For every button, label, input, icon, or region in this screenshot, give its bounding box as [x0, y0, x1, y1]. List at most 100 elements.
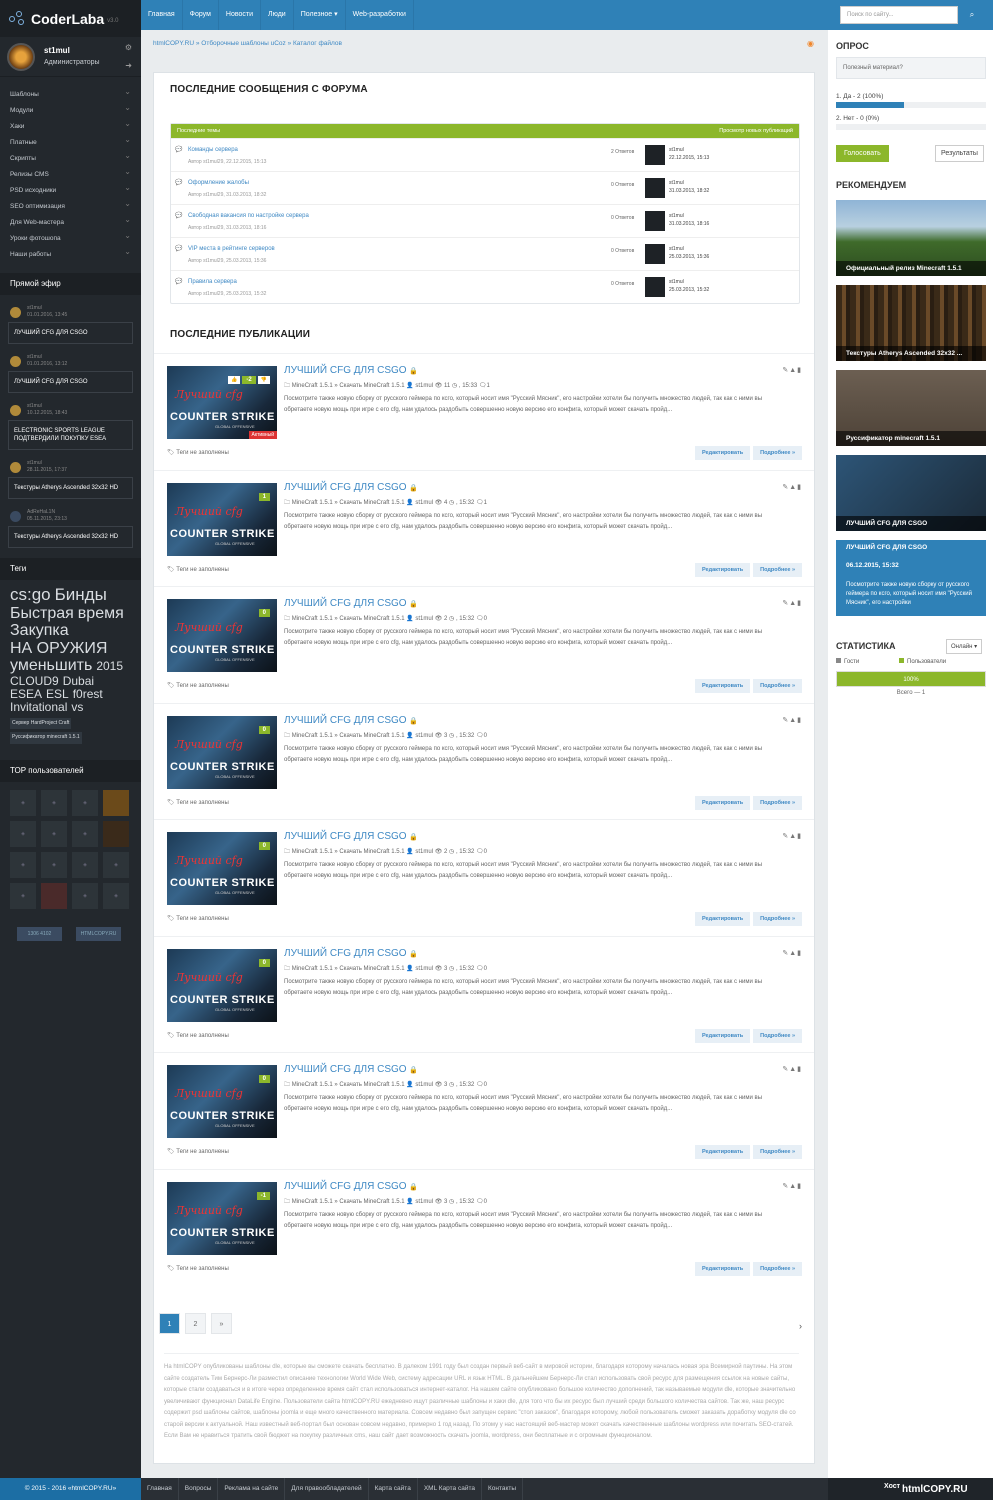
- recommend-latest[interactable]: ЛУЧШИЙ CFG ДЛЯ CSGO 06.12.2015, 15:32 По…: [836, 540, 986, 616]
- post-author[interactable]: st1mul: [415, 1082, 433, 1088]
- edit-button[interactable]: Редактировать: [694, 912, 751, 926]
- top-user-avatar[interactable]: ◈: [10, 882, 36, 909]
- topic-title[interactable]: Правила сервера: [188, 279, 237, 285]
- top-user-avatar[interactable]: ◈: [103, 851, 129, 878]
- post-title[interactable]: ЛУЧШИЙ CFG ДЛЯ CSGO 🔒: [284, 715, 418, 726]
- user-name[interactable]: st1mul: [44, 46, 70, 55]
- nav-people[interactable]: Люди: [261, 0, 294, 30]
- tag-link[interactable]: cs:go: [10, 585, 51, 605]
- post-thumbnail[interactable]: Лучший cfg COUNTER STRIKE GLOBAL OFFENSIVE…: [167, 832, 277, 905]
- live-item[interactable]: Текстуры Atherys Ascended 32x32 HD: [8, 526, 133, 548]
- post-title[interactable]: ЛУЧШИЙ CFG ДЛЯ CSGO 🔒: [284, 365, 418, 376]
- sidebar-item-psd[interactable]: PSD исходники: [0, 180, 141, 199]
- post-author[interactable]: st1mul: [415, 733, 433, 739]
- post-thumbnail[interactable]: Лучший cfg COUNTER STRIKE GLOBAL OFFENSIVE…: [167, 715, 277, 789]
- post-author[interactable]: st1mul: [415, 383, 433, 389]
- warning-icon[interactable]: ▲: [789, 950, 797, 957]
- bookmark-icon[interactable]: ▮: [797, 600, 802, 607]
- live-item[interactable]: ЛУЧШИЙ CFG ДЛЯ CSGO: [8, 371, 133, 393]
- live-item[interactable]: ELECTRONIC SPORTS LEAGUE ПОДТВЕРДИЛИ ПОК…: [8, 420, 133, 450]
- last-poster-name[interactable]: st1mul: [669, 279, 684, 285]
- tag-link[interactable]: Закупка: [10, 622, 69, 640]
- top-user-avatar[interactable]: ◈: [10, 820, 36, 847]
- top-user-avatar[interactable]: ◈: [41, 820, 67, 847]
- top-user-avatar[interactable]: ◈: [41, 851, 67, 878]
- htmlcopy-badge[interactable]: HTMLCOPY.RU: [76, 926, 121, 941]
- post-comments[interactable]: 0: [484, 616, 487, 622]
- top-user-avatar[interactable]: ◈: [103, 882, 129, 909]
- post-thumbnail[interactable]: Лучший cfg COUNTER STRIKE GLOBAL OFFENSIVE…: [167, 1181, 277, 1255]
- post-thumbnail[interactable]: Лучший cfg COUNTER STRIKE GLOBAL OFFENSIVE…: [167, 948, 277, 1022]
- top-user-avatar[interactable]: ◈: [72, 820, 98, 847]
- post-title-text[interactable]: ЛУЧШИЙ CFG ДЛЯ CSGO: [284, 482, 407, 493]
- edit-button[interactable]: Редактировать: [694, 795, 751, 810]
- footer-link-faq[interactable]: Вопросы: [179, 1478, 219, 1500]
- top-user-avatar[interactable]: [103, 789, 129, 816]
- search-icon[interactable]: ⌕: [961, 6, 983, 24]
- footer-link-home[interactable]: Главная: [141, 1478, 179, 1500]
- warning-icon[interactable]: ▲: [789, 600, 797, 607]
- bookmark-icon[interactable]: ▮: [797, 717, 802, 724]
- live-user[interactable]: st1mul: [27, 460, 42, 466]
- edit-button[interactable]: Редактировать: [694, 446, 751, 460]
- search-input[interactable]: Поиск по сайту...: [840, 6, 958, 24]
- post-author[interactable]: st1mul: [415, 966, 433, 972]
- post-thumbnail[interactable]: Лучший cfg COUNTER STRIKE GLOBAL OFFENSIVE…: [167, 366, 277, 439]
- live-user[interactable]: st1mul: [27, 403, 42, 409]
- warning-icon[interactable]: ▲: [789, 484, 797, 491]
- sidebar-item-hacks[interactable]: Хаки: [0, 116, 141, 135]
- bookmark-icon[interactable]: ▮: [797, 833, 802, 840]
- top-user-avatar[interactable]: ◈: [41, 789, 67, 816]
- edit-button[interactable]: Редактировать: [694, 1145, 751, 1159]
- live-user[interactable]: st1mul: [27, 305, 42, 311]
- post-category[interactable]: MineCraft 1.5.1 » Скачать MineCraft 1.5.…: [292, 1082, 405, 1088]
- top-user-avatar[interactable]: ◈: [72, 851, 98, 878]
- more-button[interactable]: Подробнее »: [753, 1145, 802, 1159]
- post-author[interactable]: st1mul: [415, 849, 433, 855]
- bookmark-icon[interactable]: ▮: [797, 484, 802, 491]
- post-title-text[interactable]: ЛУЧШИЙ CFG ДЛЯ CSGO: [284, 598, 407, 609]
- nav-forum[interactable]: Форум: [183, 0, 219, 30]
- sidebar-item-webmaster[interactable]: Для Web-мастера: [0, 212, 141, 231]
- last-poster-name[interactable]: st1mul: [669, 246, 684, 252]
- tag-link[interactable]: НА ОРУЖИЯ: [10, 640, 107, 658]
- recommend-card[interactable]: Текстуры Atherys Ascended 32x32 ...: [836, 285, 986, 361]
- post-category[interactable]: MineCraft 1.5.1 » Скачать MineCraft 1.5.…: [292, 733, 405, 739]
- avatar[interactable]: [645, 178, 665, 198]
- breadcrumb[interactable]: htmlCOPY.RU » Отборочные шаблоны uCoz » …: [153, 40, 342, 47]
- rss-icon[interactable]: ◉: [807, 39, 814, 48]
- nav-home[interactable]: Главная: [141, 0, 183, 30]
- topic-title[interactable]: Команды сервера: [188, 147, 238, 153]
- post-comments[interactable]: 0: [484, 849, 487, 855]
- view-new-link[interactable]: Просмотр новых публикаций: [719, 128, 793, 134]
- page-next[interactable]: »: [211, 1313, 232, 1334]
- post-title[interactable]: ЛУЧШИЙ CFG ДЛЯ CSGO 🔒: [284, 1181, 418, 1192]
- post-title[interactable]: ЛУЧШИЙ CFG ДЛЯ CSGO 🔒: [284, 1064, 418, 1075]
- post-category[interactable]: MineCraft 1.5.1 » Скачать MineCraft 1.5.…: [292, 616, 405, 622]
- forum-row[interactable]: 💬 Правила сервера Автор st1mul29, 25.03.20…: [171, 270, 799, 303]
- tag-link[interactable]: уменьшить: [10, 657, 92, 675]
- top-user-avatar[interactable]: ◈: [10, 851, 36, 878]
- post-category[interactable]: MineCraft 1.5.1 » Скачать MineCraft 1.5.…: [292, 966, 405, 972]
- live-user[interactable]: AdReНaL1N: [27, 509, 55, 515]
- warning-icon[interactable]: ▲: [789, 1066, 797, 1073]
- sidebar-item-photoshop[interactable]: Уроки фотошопа: [0, 228, 141, 247]
- post-category[interactable]: MineCraft 1.5.1 » Скачать MineCraft 1.5.…: [292, 849, 405, 855]
- tag-link[interactable]: vs: [71, 701, 83, 714]
- avatar[interactable]: [645, 277, 665, 297]
- poll-answer-yes[interactable]: 1. Да - 2 (100%): [836, 93, 986, 100]
- post-thumbnail[interactable]: Лучший cfg COUNTER STRIKE GLOBAL OFFENSIVE…: [167, 1065, 277, 1138]
- edit-button[interactable]: Редактировать: [694, 679, 751, 693]
- forum-row[interactable]: 💬 Команды сервера Автор st1mul29, 22.12.20…: [171, 138, 799, 171]
- post-title[interactable]: ЛУЧШИЙ CFG ДЛЯ CSGO 🔒: [284, 948, 418, 959]
- post-title-text[interactable]: ЛУЧШИЙ CFG ДЛЯ CSGO: [284, 365, 407, 376]
- nav-webdev[interactable]: Web-разработки: [346, 0, 414, 30]
- tag-link[interactable]: Быстрая: [10, 605, 74, 623]
- top-user-avatar[interactable]: ◈: [72, 789, 98, 816]
- sidebar-item-works[interactable]: Наши работы: [0, 244, 141, 263]
- live-user[interactable]: st1mul: [27, 354, 42, 360]
- logout-icon[interactable]: ➜: [125, 61, 132, 70]
- post-title-text[interactable]: ЛУЧШИЙ CFG ДЛЯ CSGO: [284, 948, 407, 959]
- forum-row[interactable]: 💬 Оформление жалобы Автор st1mul29, 31.03.…: [171, 171, 799, 204]
- post-title-text[interactable]: ЛУЧШИЙ CFG ДЛЯ CSGO: [284, 831, 407, 842]
